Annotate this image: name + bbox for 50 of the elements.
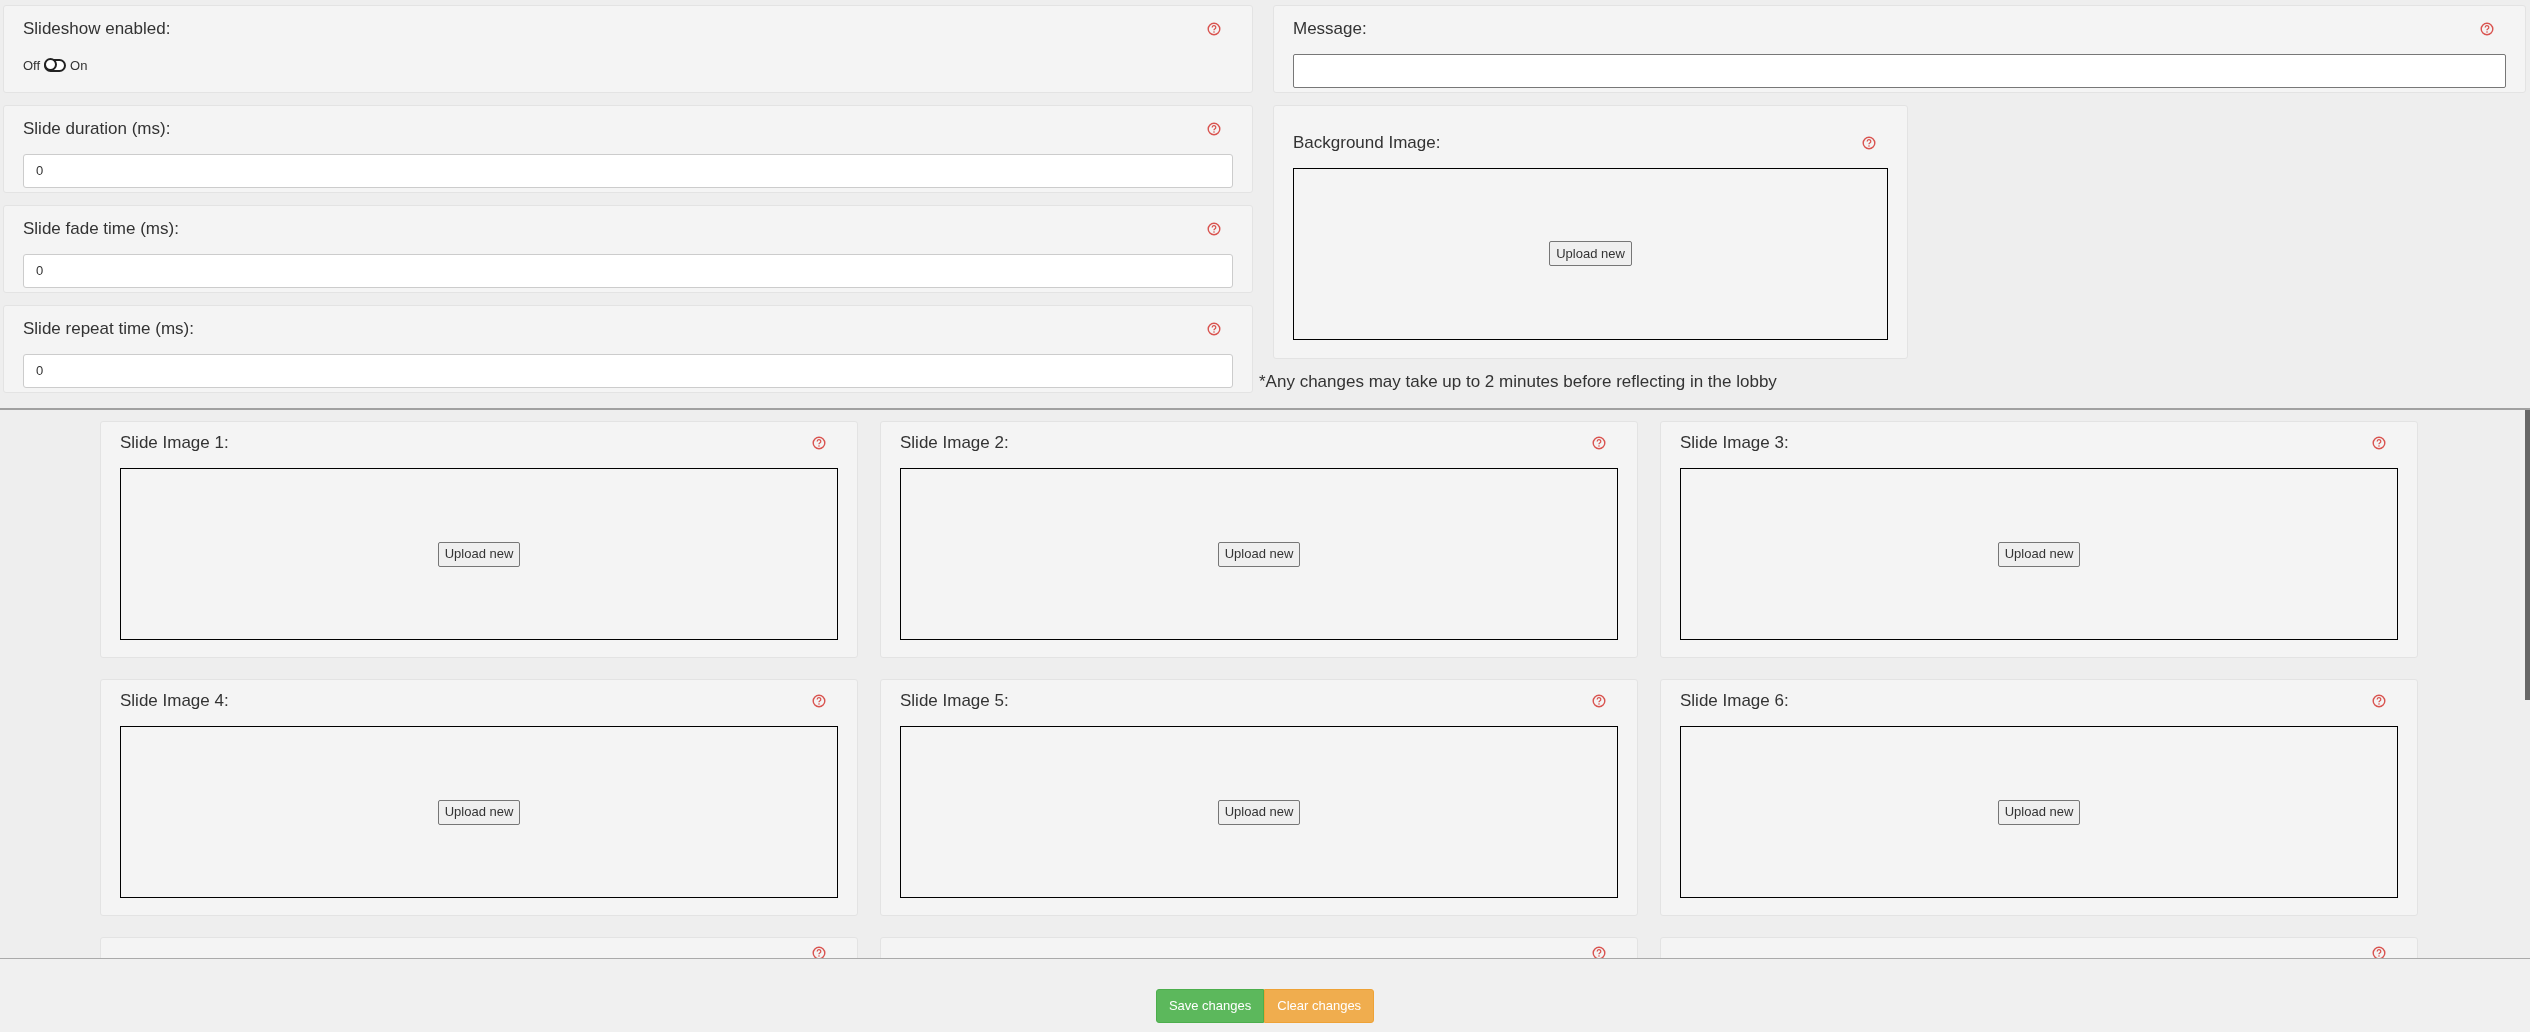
slide-label: Slide Image 4: (120, 690, 229, 712)
upload-button[interactable]: Upload new (1997, 799, 2081, 825)
slide-label: Slide Image 5: (900, 690, 1009, 712)
message-field[interactable] (1293, 53, 2506, 88)
image-drop-area[interactable]: Upload new (120, 468, 838, 640)
slide-label: Slide Image 3: (1680, 432, 1789, 454)
help-icon[interactable] (1207, 121, 1221, 136)
slide-label: Slide Image 2: (900, 432, 1009, 454)
upload-button[interactable]: Upload new (437, 541, 521, 567)
help-icon[interactable] (2372, 436, 2386, 450)
help-icon[interactable] (812, 694, 826, 708)
help-icon[interactable] (812, 946, 826, 958)
slide-label: Slide Image 6: (1680, 690, 1789, 712)
number-field[interactable]: 0 (23, 353, 1233, 388)
help-icon[interactable] (1592, 946, 1606, 958)
help-icon[interactable] (2372, 946, 2386, 958)
on-label: On (70, 56, 88, 75)
image-drop-area[interactable]: Upload new (900, 468, 1618, 640)
message-label: Message: (1293, 18, 1367, 40)
off-label: Off (23, 56, 41, 75)
setting-label: Slideshow enabled: (23, 18, 171, 40)
upload-button[interactable]: Upload new (1217, 799, 1301, 825)
note-text: *Any changes may take up to 2 minutes before reflecting in the lobby (1259, 371, 1778, 393)
toggle-switch[interactable] (44, 58, 67, 72)
image-drop-area[interactable]: Upload new (900, 726, 1618, 898)
upload-button[interactable]: Upload new (1549, 241, 1632, 266)
image-drop-area[interactable]: Upload new (1680, 468, 2398, 640)
image-drop-area[interactable]: Upload new (120, 726, 838, 898)
scrollbar-thumb[interactable] (2525, 410, 2530, 700)
upload-button[interactable]: Upload new (1997, 541, 2081, 567)
help-icon[interactable] (812, 436, 826, 450)
help-icon[interactable] (1207, 221, 1221, 236)
help-icon[interactable] (1862, 135, 1876, 150)
number-field[interactable]: 0 (23, 153, 1233, 188)
setting-label: Slide duration (ms): (23, 118, 171, 140)
upload-button[interactable]: Upload new (437, 799, 521, 825)
image-drop-area[interactable]: Upload new (1680, 726, 2398, 898)
slide-label: Slide Image 1: (120, 432, 229, 454)
number-field[interactable]: 0 (23, 253, 1233, 288)
help-icon[interactable] (2480, 21, 2494, 36)
help-icon[interactable] (1592, 694, 1606, 708)
help-icon[interactable] (1592, 436, 1606, 450)
setting-label: Slide fade time (ms): (23, 218, 179, 240)
help-icon[interactable] (1207, 321, 1221, 336)
image-drop-area[interactable]: Upload new (1293, 167, 1888, 340)
upload-button[interactable]: Upload new (1217, 541, 1301, 567)
setting-label: Slide repeat time (ms): (23, 318, 194, 340)
background-label: Background Image: (1293, 132, 1441, 154)
help-icon[interactable] (2372, 694, 2386, 708)
help-icon[interactable] (1207, 21, 1221, 36)
